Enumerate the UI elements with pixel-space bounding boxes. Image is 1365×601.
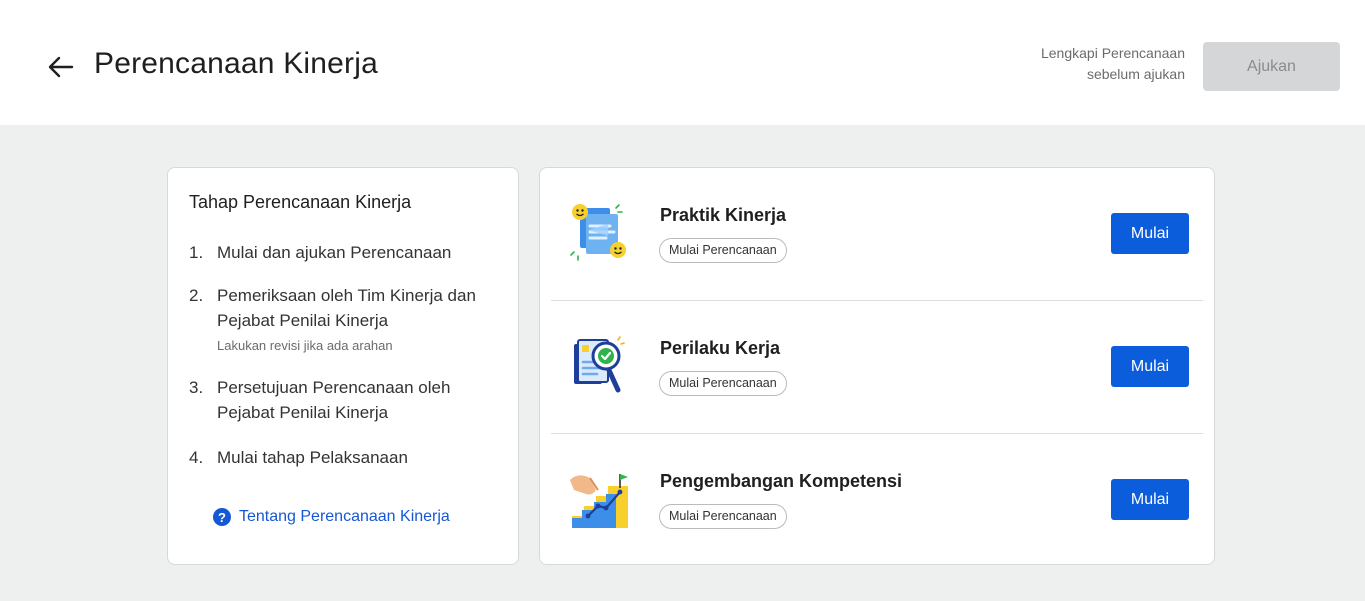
task-title: Pengembangan Kompetensi [660, 471, 903, 491]
task-title: Praktik Kinerja [660, 205, 787, 225]
step-text: Mulai tahap Pelaksanaan [217, 448, 408, 467]
step-text-wrapper: Pemeriksaan oleh Tim Kinerja dan Pejabat… [217, 283, 497, 357]
start-button-praktik-kinerja[interactable]: Mulai [1111, 213, 1189, 254]
task-title: Perilaku Kerja [660, 338, 781, 358]
start-button-perilaku-kerja[interactable]: Mulai [1111, 346, 1189, 387]
step-text: Persetujuan Perencanaan oleh Pejabat Pen… [217, 378, 451, 422]
task-row-praktik-kinerja: Praktik Kinerja Mulai Perencanaan Mulai [540, 168, 1216, 301]
submit-button[interactable]: Ajukan [1203, 42, 1340, 91]
tasks-panel: Praktik Kinerja Mulai Perencanaan Mulai … [539, 167, 1215, 565]
start-button-pengembangan-kompetensi[interactable]: Mulai [1111, 479, 1189, 520]
steps-panel: Tahap Perencanaan Kinerja 1. Mulai dan a… [167, 167, 519, 565]
submit-hint-line2: sebelum ajukan [1086, 66, 1185, 82]
status-badge: Mulai Perencanaan [659, 504, 787, 529]
task-row-pengembangan-kompetensi: Pengembangan Kompetensi Mulai Perencanaa… [540, 434, 1216, 567]
about-planning-link[interactable]: ? Tentang Perencanaan Kinerja [213, 508, 450, 526]
step-text: Pemeriksaan oleh Tim Kinerja dan Pejabat… [217, 286, 476, 330]
step-number: 4. [189, 448, 204, 467]
status-badge: Mulai Perencanaan [659, 371, 787, 396]
submit-hint-line1: Lengkapi Perencanaan [1040, 45, 1185, 61]
task-row-perilaku-kerja: Perilaku Kerja Mulai Perencanaan Mulai [540, 301, 1216, 434]
step-text: Mulai dan ajukan Perencanaan [217, 243, 452, 262]
about-planning-label: Tentang Perencanaan Kinerja [239, 508, 450, 525]
status-badge: Mulai Perencanaan [659, 238, 787, 263]
stairs-growth-illustration-icon [568, 466, 632, 530]
step-number: 2. [189, 286, 204, 305]
step-subtext: Lakukan revisi jika ada arahan [217, 338, 393, 353]
step-number: 3. [189, 378, 204, 397]
page-title: Perencanaan Kinerja [94, 47, 378, 80]
documents-smiley-illustration-icon [568, 200, 632, 264]
page-header: Perencanaan Kinerja Lengkapi Perencanaan… [0, 0, 1365, 125]
back-arrow-icon[interactable] [44, 50, 78, 84]
step-number: 1. [189, 243, 204, 262]
magnifier-check-illustration-icon [568, 334, 632, 398]
help-circle-icon: ? [213, 508, 231, 526]
steps-title: Tahap Perencanaan Kinerja [189, 192, 412, 212]
submit-hint: Lengkapi Perencanaan sebelum ajukan [1041, 43, 1185, 85]
